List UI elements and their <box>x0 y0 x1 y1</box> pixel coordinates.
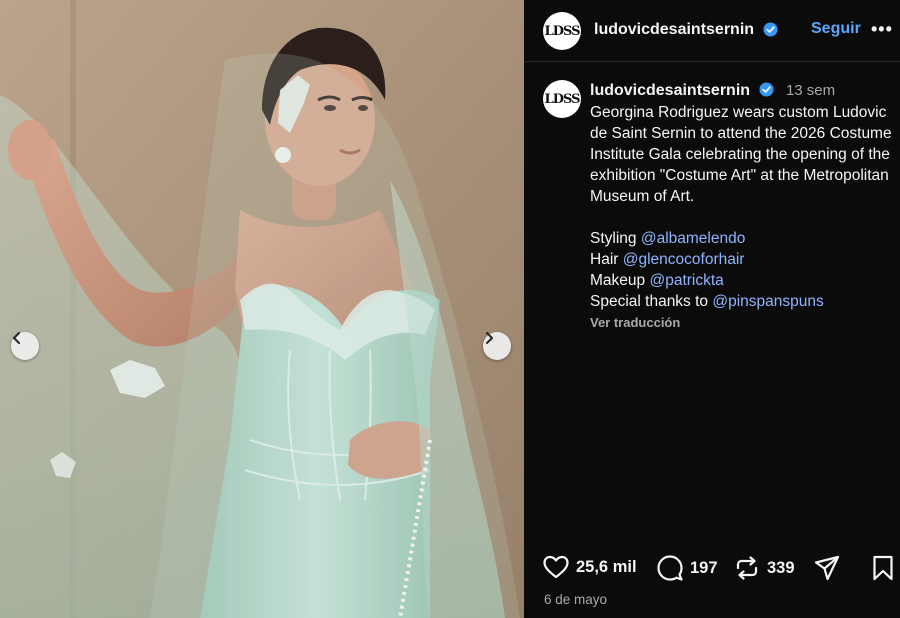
action-bar: 25,6 mil 197 339 <box>524 548 900 588</box>
post-date[interactable]: 6 de mayo <box>544 592 607 607</box>
share-button[interactable] <box>814 555 840 581</box>
credit-role: Styling <box>590 230 637 247</box>
mention-link[interactable]: @patrickta <box>649 272 723 289</box>
follow-button[interactable]: Seguir <box>811 20 861 38</box>
mention-link[interactable]: @pinspanspuns <box>712 293 823 310</box>
like-button[interactable]: 25,6 mil <box>543 555 637 579</box>
see-translation-link[interactable]: Ver traducción <box>590 312 900 333</box>
chevron-right-icon <box>486 332 493 344</box>
repost-button[interactable]: 339 <box>734 555 795 581</box>
repost-count: 339 <box>767 558 795 577</box>
carousel-next-button[interactable] <box>483 332 511 360</box>
verified-badge-icon <box>763 22 778 37</box>
like-count[interactable]: 25,6 mil <box>576 558 637 577</box>
repost-icon <box>736 556 758 580</box>
avatar-logo: LDSS <box>544 91 581 107</box>
chevron-left-icon <box>13 332 20 344</box>
save-button[interactable] <box>871 555 895 581</box>
credit-role: Hair <box>590 251 619 268</box>
post-header: LDSS ludovicdesaintsernin Seguir ••• <box>524 0 900 62</box>
comment-icon <box>657 555 683 581</box>
mention-link[interactable]: @glencocoforhair <box>623 251 745 268</box>
carousel-prev-button[interactable] <box>11 332 39 360</box>
caption-text: Georgina Rodriguez wears custom Ludovic … <box>590 104 892 205</box>
caption-body: Georgina Rodriguez wears custom Ludovic … <box>590 102 900 333</box>
credit-role: Makeup <box>590 272 646 289</box>
verified-badge-icon <box>758 82 774 97</box>
credit-role: Special thanks to <box>590 293 709 310</box>
credit-line: Hair @glencocoforhair <box>590 249 900 270</box>
comment-count: 197 <box>690 558 718 577</box>
avatar[interactable]: LDSS <box>543 12 581 50</box>
credit-line: Makeup @patrickta <box>590 270 900 291</box>
more-options-button[interactable]: ••• <box>871 20 893 38</box>
bookmark-icon <box>873 555 893 581</box>
caption-author-line: ludovicdesaintsernin 13 sem <box>590 82 835 100</box>
comment-button[interactable]: 197 <box>657 555 718 581</box>
mention-link[interactable]: @albamelendo <box>641 230 746 247</box>
avatar-logo: LDSS <box>544 23 581 39</box>
photo-illustration <box>0 0 524 618</box>
credit-line: Special thanks to @pinspanspuns <box>590 291 900 312</box>
heart-icon <box>543 555 569 579</box>
caption-username[interactable]: ludovicdesaintsernin <box>590 82 750 99</box>
header-username[interactable]: ludovicdesaintsernin <box>594 21 754 39</box>
post-side-panel: LDSS ludovicdesaintsernin Seguir ••• LDS… <box>524 0 900 618</box>
share-icon <box>814 555 840 581</box>
post-photo[interactable] <box>0 0 524 618</box>
instagram-post: LDSS ludovicdesaintsernin Seguir ••• LDS… <box>0 0 900 618</box>
credit-line: Styling @albamelendo <box>590 228 900 249</box>
caption-avatar[interactable]: LDSS <box>543 80 581 118</box>
post-time-ago[interactable]: 13 sem <box>786 82 835 99</box>
